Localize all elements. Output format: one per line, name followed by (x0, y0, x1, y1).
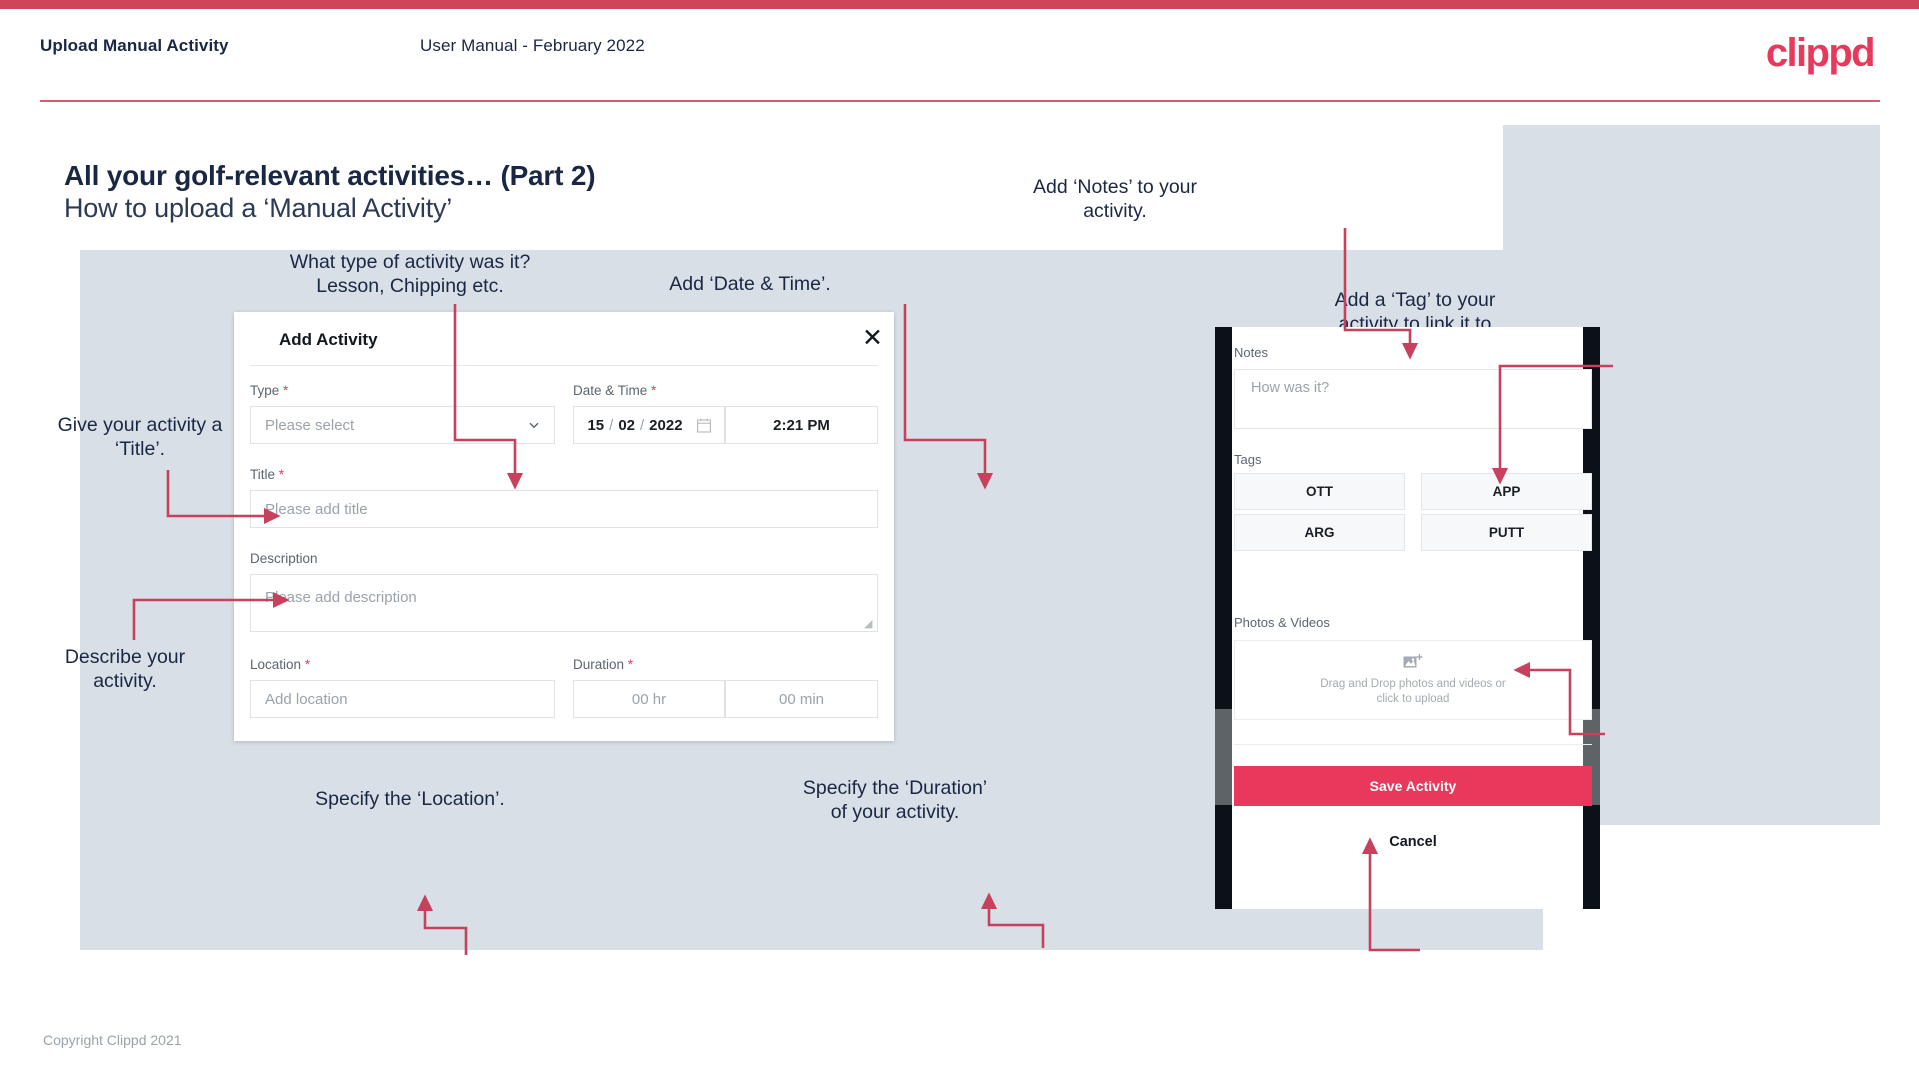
title-input[interactable]: Please add title (250, 490, 878, 528)
header-left-title: Upload Manual Activity (40, 36, 229, 55)
tags-label: Tags (1234, 452, 1262, 467)
duration-hours-input[interactable]: 00 hr (573, 680, 725, 718)
annotation-title: Give your activity a ‘Title’. (57, 414, 223, 460)
description-label: Description (250, 551, 318, 566)
notes-label: Notes (1234, 345, 1268, 360)
location-placeholder: Add location (265, 690, 348, 708)
phone-bezel-left-highlight (1215, 709, 1232, 805)
date-day: 15 (587, 416, 605, 434)
add-image-icon (1403, 654, 1423, 668)
notes-textarea[interactable]: How was it? (1234, 369, 1592, 429)
resize-handle-icon[interactable]: ◢ (864, 619, 874, 630)
header-center-title: User Manual - February 2022 (420, 36, 645, 55)
type-placeholder: Please select (265, 416, 355, 434)
annotation-notes: Add ‘Notes’ to your activity. (1032, 176, 1198, 222)
tag-button-app[interactable]: APP (1421, 473, 1592, 510)
type-label-text: Type (250, 383, 280, 398)
location-input[interactable]: Add location (250, 680, 555, 718)
dialog-title: Add Activity (279, 330, 378, 349)
datetime-label: Date & Time * (573, 383, 656, 398)
location-label: Location * (250, 657, 310, 672)
duration-label: Duration * (573, 657, 633, 672)
title-required-mark: * (278, 467, 285, 482)
header-divider (40, 100, 1880, 102)
date-input[interactable]: 15 / 02 / 2022 (573, 406, 725, 444)
copyright-text: Copyright Clippd 2021 (43, 1032, 182, 1048)
duration-minutes-placeholder: 00 min (778, 690, 825, 708)
phone-divider (1234, 744, 1592, 745)
annotation-description: Describe your activity. (64, 646, 186, 692)
dropzone-hint-line-1: Drag and Drop photos and videos or (1320, 678, 1506, 690)
tag-button-ott[interactable]: OTT (1234, 473, 1405, 510)
calendar-icon[interactable] (696, 418, 711, 433)
duration-minutes-input[interactable]: 00 min (725, 680, 878, 718)
duration-hours-placeholder: 00 hr (631, 690, 667, 708)
type-select[interactable]: Please select (250, 406, 555, 444)
dialog-header-divider (250, 365, 878, 366)
title-label-text: Title (250, 467, 276, 482)
photos-videos-label: Photos & Videos (1234, 615, 1330, 630)
annotation-type: What type of activity was it? Lesson, Chi… (289, 251, 531, 297)
photo-video-dropzone[interactable]: Drag and Drop photos and videos or click… (1234, 640, 1592, 720)
save-activity-button[interactable]: Save Activity (1234, 766, 1592, 806)
description-textarea[interactable]: Please add description ◢ (250, 574, 878, 632)
chevron-down-icon (529, 422, 539, 429)
time-input[interactable]: 2:21 PM (725, 406, 878, 444)
annotation-duration: Specify the ‘Duration’ of your activity. (802, 777, 988, 823)
title-placeholder: Please add title (265, 500, 368, 518)
datetime-required-mark: * (651, 383, 657, 398)
slide-subtitle: How to upload a ‘Manual Activity’ (64, 193, 453, 223)
slide-title: All your golf-relevant activities… (Part… (64, 160, 596, 191)
description-placeholder: Please add description (265, 589, 417, 606)
location-label-text: Location (250, 657, 302, 672)
title-label: Title * (250, 467, 284, 482)
type-required-mark: * (283, 383, 289, 398)
type-label: Type * (250, 383, 288, 398)
annotation-datetime: Add ‘Date & Time’. (669, 273, 831, 295)
date-month: 02 (618, 416, 635, 434)
tag-button-arg[interactable]: ARG (1234, 514, 1405, 551)
cancel-button[interactable]: Cancel (1234, 830, 1592, 854)
slide-page: Upload Manual Activity User Manual - Feb… (0, 0, 1919, 1079)
date-sep-1: / (609, 416, 614, 434)
duration-label-text: Duration (573, 657, 625, 672)
description-label-text: Description (250, 551, 318, 566)
date-year: 2022 (649, 416, 683, 434)
notes-placeholder: How was it? (1251, 380, 1330, 396)
clippd-logo: clippd (1765, 31, 1876, 75)
annotation-location: Specify the ‘Location’. (315, 788, 505, 810)
location-required-mark: * (304, 657, 311, 672)
tag-button-putt[interactable]: PUTT (1421, 514, 1592, 551)
dropzone-hint-line-2: click to upload (1376, 693, 1450, 705)
top-accent-stripe (0, 0, 1919, 9)
close-icon[interactable]: ✕ (862, 325, 883, 350)
datetime-label-text: Date & Time (573, 383, 648, 398)
time-value: 2:21 PM (773, 416, 830, 434)
duration-required-mark: * (627, 657, 634, 672)
phone-bezel-left (1215, 327, 1232, 909)
date-sep-2: / (640, 416, 645, 434)
